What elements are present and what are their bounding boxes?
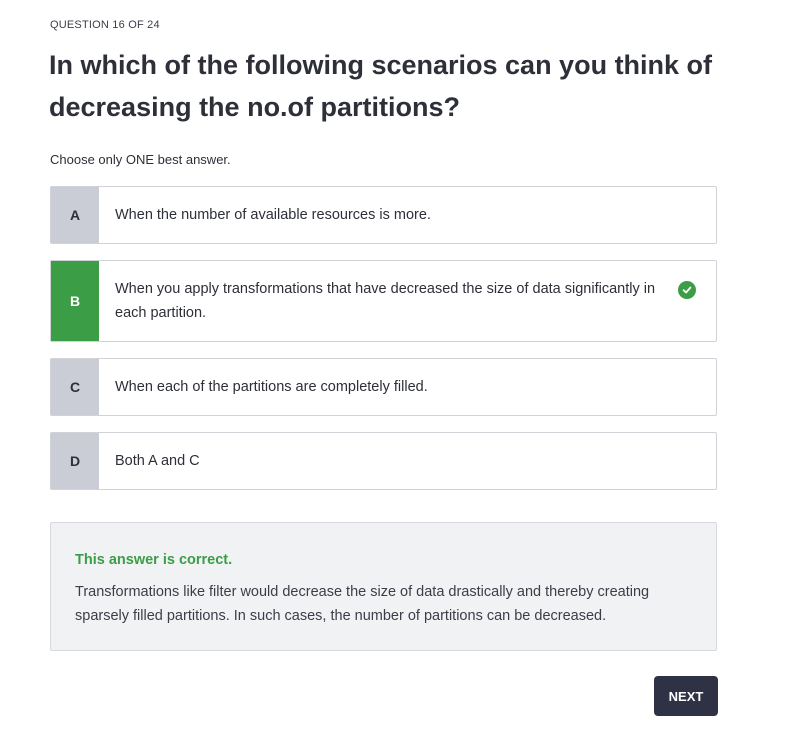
option-letter: C bbox=[51, 359, 99, 415]
question-counter: QUESTION 16 OF 24 bbox=[50, 19, 160, 31]
feedback-explanation: Transformations like filter would decrea… bbox=[75, 584, 650, 624]
option-letter: B bbox=[51, 261, 99, 341]
option-text: Both A and C bbox=[115, 453, 200, 469]
option-text: When the number of available resources i… bbox=[115, 207, 431, 223]
option-a[interactable]: A When the number of available resources… bbox=[50, 186, 717, 244]
option-d[interactable]: D Both A and C bbox=[50, 432, 717, 490]
option-text: When each of the partitions are complete… bbox=[115, 379, 428, 395]
answer-instruction: Choose only ONE best answer. bbox=[50, 152, 231, 167]
next-button[interactable]: NEXT bbox=[654, 676, 718, 716]
option-b[interactable]: B When you apply transformations that ha… bbox=[50, 260, 717, 342]
option-letter: A bbox=[51, 187, 99, 243]
check-circle-icon bbox=[678, 281, 696, 299]
feedback-panel: This answer is correct. Transformations … bbox=[50, 522, 717, 651]
feedback-title: This answer is correct. bbox=[75, 552, 233, 568]
question-text: In which of the following scenarios can … bbox=[49, 50, 713, 122]
option-text: When you apply transformations that have… bbox=[115, 281, 656, 321]
option-letter: D bbox=[51, 433, 99, 489]
option-c[interactable]: C When each of the partitions are comple… bbox=[50, 358, 717, 416]
